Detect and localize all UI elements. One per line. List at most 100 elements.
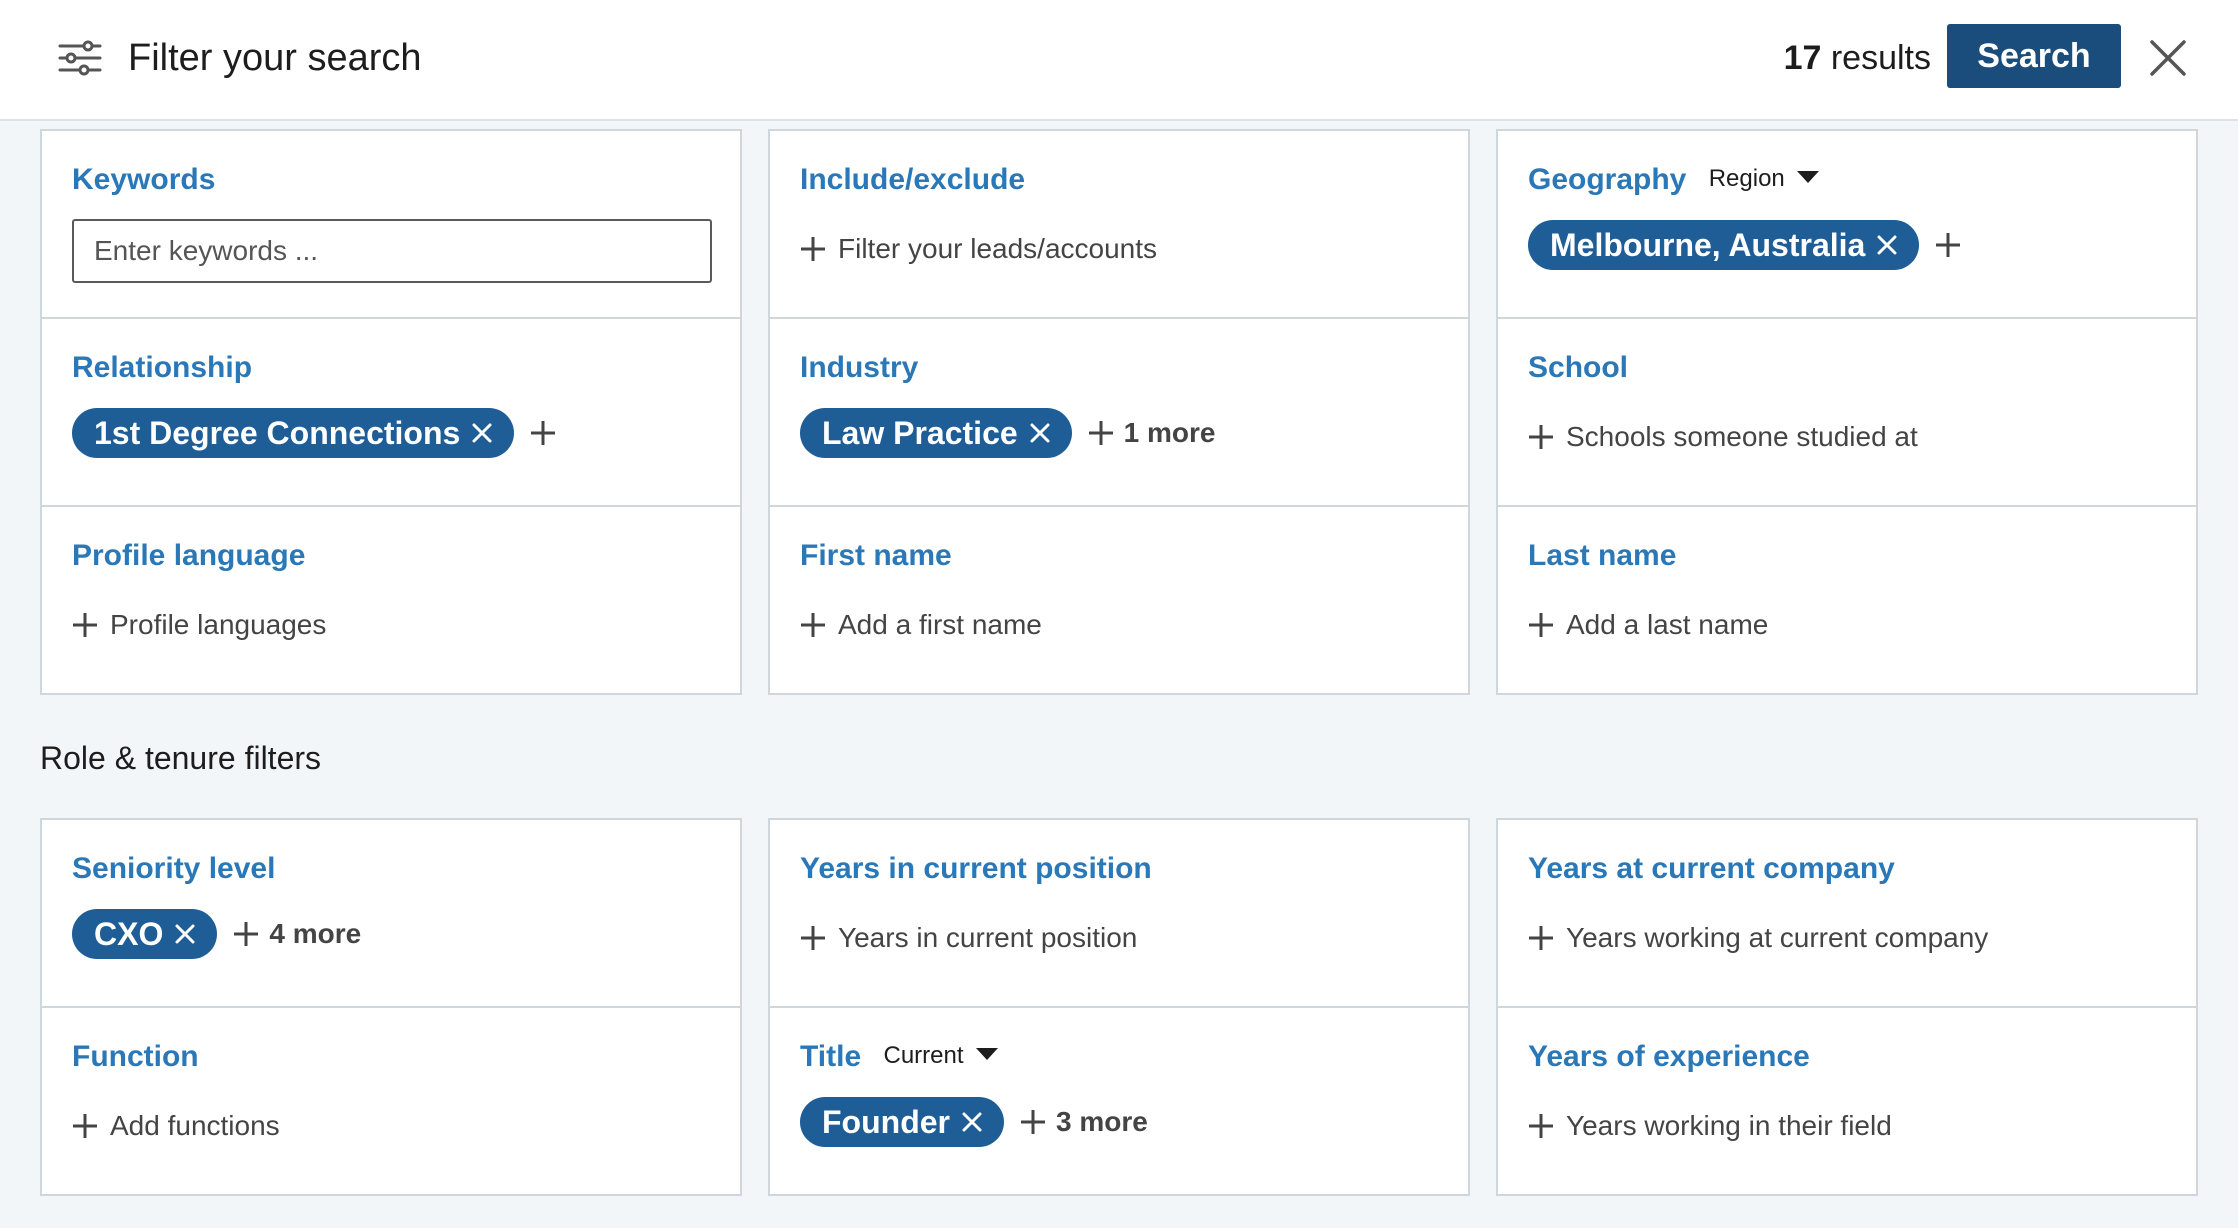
title-pill-label: Founder — [822, 1103, 950, 1140]
remove-x-icon[interactable] — [175, 924, 195, 944]
years-experience-title: Years of experience — [1528, 1040, 1810, 1073]
filter-header: Filter your search 17 results Search — [0, 0, 2238, 121]
school-add[interactable]: Schools someone studied at — [1528, 421, 1918, 453]
seniority-pill[interactable]: CXO — [72, 909, 218, 959]
years-company-title: Years at current company — [1528, 852, 1895, 885]
school-title: School — [1528, 351, 1629, 384]
title-title-row: Title Current — [800, 1040, 998, 1074]
first-name-title: First name — [800, 539, 952, 572]
results-count: 17 results — [1784, 34, 1931, 82]
include-exclude-add[interactable]: Filter your leads/accounts — [800, 233, 1157, 265]
last-name-add-label: Add a last name — [1566, 609, 1769, 640]
sliders-icon — [58, 40, 102, 76]
plus-icon — [234, 922, 259, 946]
years-position-add[interactable]: Years in current position — [800, 922, 1137, 954]
caret-down-icon — [975, 1048, 998, 1060]
function-title: Function — [72, 1040, 199, 1073]
years-experience-add[interactable]: Years working in their field — [1528, 1110, 1892, 1142]
plus-icon — [73, 613, 97, 637]
seniority-title: Seniority level — [72, 852, 276, 885]
plus-icon — [1529, 425, 1553, 449]
plus-icon[interactable] — [1935, 232, 1961, 258]
include-exclude-card: Include/exclude Filter your leads/accoun… — [768, 129, 1470, 319]
results-label: results — [1830, 39, 1931, 77]
keywords-input[interactable] — [72, 219, 712, 283]
relationship-pill[interactable]: 1st Degree Connections — [72, 408, 515, 458]
school-card: School Schools someone studied at — [1496, 317, 2198, 507]
seniority-more[interactable]: 4 more — [233, 918, 361, 950]
industry-title: Industry — [800, 351, 919, 384]
relationship-title: Relationship — [72, 351, 253, 384]
years-position-card: Years in current position Years in curre… — [768, 818, 1470, 1008]
years-experience-add-label: Years working in their field — [1566, 1110, 1892, 1141]
filters-grid: Keywords Include/exclude Filter your lea… — [40, 129, 2198, 695]
plus-icon — [801, 237, 825, 261]
title-title: Title — [800, 1040, 862, 1073]
results-number: 17 — [1783, 39, 1822, 77]
industry-more[interactable]: 1 more — [1088, 417, 1216, 449]
last-name-add[interactable]: Add a last name — [1528, 609, 1768, 641]
role-tenure-heading: Role & tenure filters — [40, 740, 322, 776]
geography-region-dropdown[interactable]: Region — [1709, 165, 1819, 193]
plus-icon — [1529, 1114, 1553, 1138]
remove-x-icon[interactable] — [1030, 423, 1050, 443]
current-label: Current — [883, 1042, 964, 1069]
first-name-add-label: Add a first name — [838, 609, 1042, 640]
years-company-add[interactable]: Years working at current company — [1528, 922, 1988, 954]
plus-icon — [1020, 1110, 1045, 1134]
profile-language-add-label: Profile languages — [110, 609, 327, 640]
years-experience-card: Years of experience Years working in the… — [1496, 1006, 2198, 1196]
last-name-card: Last name Add a last name — [1496, 505, 2198, 695]
search-button[interactable]: Search — [1947, 24, 2121, 88]
plus-icon — [801, 926, 825, 950]
title-pill[interactable]: Founder — [800, 1097, 1004, 1147]
profile-language-card: Profile language Profile languages — [40, 505, 742, 695]
industry-more-label: 1 more — [1123, 417, 1216, 448]
seniority-card: Seniority level CXO 4 more — [40, 818, 742, 1008]
years-position-add-label: Years in current position — [838, 922, 1138, 953]
profile-language-add[interactable]: Profile languages — [72, 609, 326, 641]
years-position-title: Years in current position — [800, 852, 1152, 885]
geography-pill[interactable]: Melbourne, Australia — [1528, 220, 1920, 270]
geography-title: Geography — [1528, 163, 1687, 196]
function-add-label: Add functions — [110, 1110, 280, 1141]
last-name-title: Last name — [1528, 539, 1677, 572]
remove-x-icon[interactable] — [962, 1112, 982, 1132]
keywords-title: Keywords — [72, 163, 216, 196]
seniority-more-label: 4 more — [269, 918, 362, 949]
geography-pill-label: Melbourne, Australia — [1550, 226, 1866, 263]
industry-pill[interactable]: Law Practice — [800, 408, 1072, 458]
industry-card: Industry Law Practice 1 more — [768, 317, 1470, 507]
relationship-pill-label: 1st Degree Connections — [94, 414, 461, 451]
geography-title-row: Geography Region — [1528, 163, 1819, 197]
plus-icon — [1088, 421, 1113, 445]
plus-icon — [1529, 613, 1553, 637]
years-company-add-label: Years working at current company — [1566, 922, 1989, 953]
function-add[interactable]: Add functions — [72, 1110, 280, 1142]
geography-card: Geography Region Melbourne, Australia — [1496, 129, 2198, 319]
industry-pill-label: Law Practice — [822, 414, 1018, 451]
seniority-pill-label: CXO — [94, 915, 164, 952]
years-company-card: Years at current company Years working a… — [1496, 818, 2198, 1008]
remove-x-icon[interactable] — [1877, 235, 1897, 255]
plus-icon — [73, 1114, 97, 1138]
first-name-add[interactable]: Add a first name — [800, 609, 1042, 641]
caret-down-icon — [1796, 171, 1819, 183]
include-exclude-add-label: Filter your leads/accounts — [838, 233, 1158, 264]
plus-icon — [801, 613, 825, 637]
title-current-dropdown[interactable]: Current — [883, 1042, 998, 1070]
close-icon[interactable] — [2148, 38, 2188, 78]
plus-icon[interactable] — [530, 420, 556, 446]
first-name-card: First name Add a first name — [768, 505, 1470, 695]
keywords-card: Keywords — [40, 129, 742, 319]
remove-x-icon[interactable] — [472, 423, 492, 443]
title-card: Title Current Founder 3 more — [768, 1006, 1470, 1196]
function-card: Function Add functions — [40, 1006, 742, 1196]
profile-language-title: Profile language — [72, 539, 306, 572]
relationship-card: Relationship 1st Degree Connections — [40, 317, 742, 507]
title-more[interactable]: 3 more — [1020, 1106, 1148, 1138]
title-more-label: 3 more — [1055, 1106, 1148, 1137]
school-add-label: Schools someone studied at — [1566, 421, 1918, 452]
role-tenure-grid: Seniority level CXO 4 more Years in curr… — [40, 818, 2198, 1196]
plus-icon — [1529, 926, 1553, 950]
